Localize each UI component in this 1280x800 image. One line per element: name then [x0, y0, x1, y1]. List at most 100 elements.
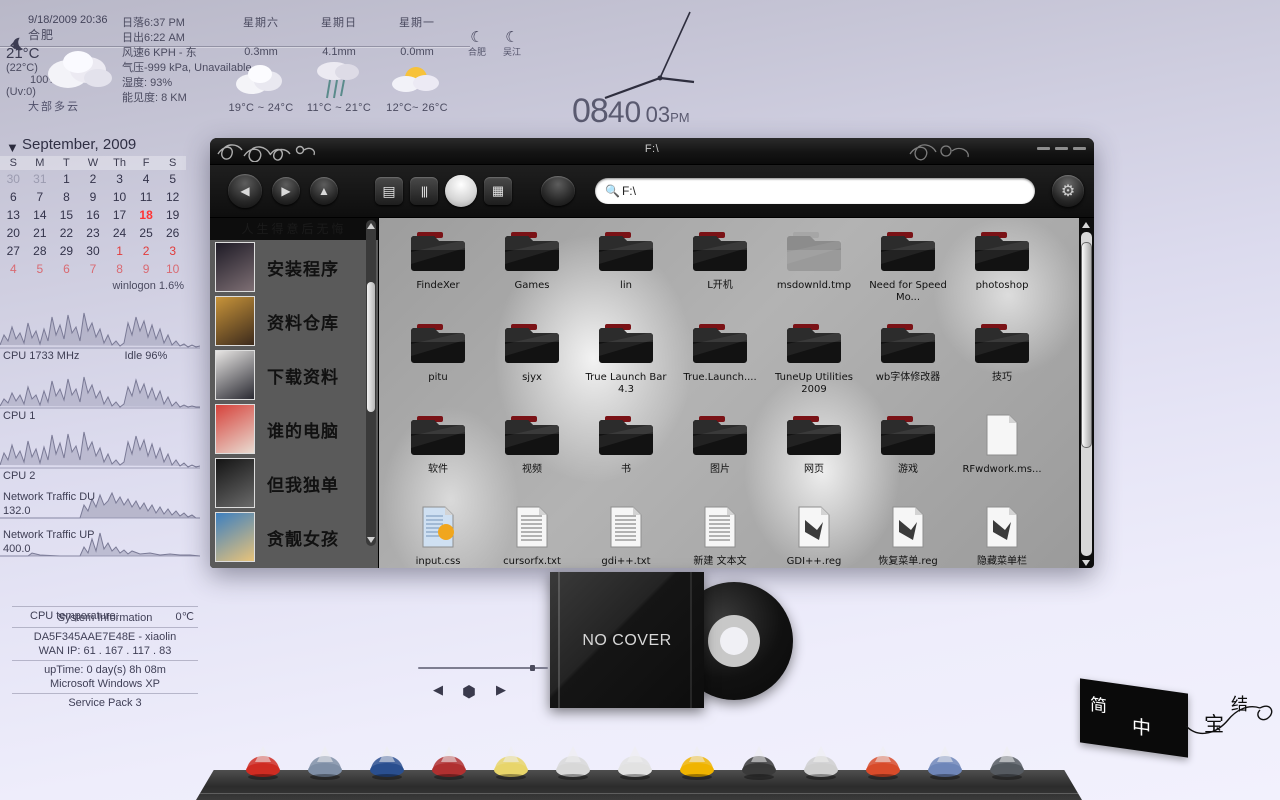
folder-item[interactable]: 游戏 [861, 408, 955, 500]
previous-track-button[interactable]: ◀ [433, 682, 443, 698]
playback-progress-slider[interactable] [418, 665, 548, 671]
dock-icon-sportscar-white[interactable] [550, 738, 596, 780]
file-item[interactable]: gdi++.txt [579, 500, 673, 568]
calendar-day-cell[interactable]: 2 [80, 170, 107, 188]
calendar-day-cell[interactable]: 3 [159, 242, 186, 260]
sidebar-scroll-thumb[interactable] [367, 282, 375, 412]
maximize-button[interactable] [1055, 147, 1068, 150]
scroll-down-arrow-icon[interactable] [367, 537, 375, 543]
list-view-button[interactable]: ▤ [375, 177, 403, 205]
sidebar-scrollbar[interactable] [366, 220, 376, 546]
file-item[interactable]: input.css [391, 500, 485, 568]
dock-icon-motorbike-blue[interactable] [364, 738, 410, 780]
file-item[interactable]: cursorfx.txt [485, 500, 579, 568]
folder-item[interactable]: L开机 [673, 224, 767, 316]
folder-item[interactable]: 书 [579, 408, 673, 500]
calendar-day-cell[interactable]: 31 [27, 170, 54, 188]
search-input[interactable]: 🔍 F:\ [595, 178, 1035, 204]
slider-knob[interactable] [530, 665, 535, 671]
calendar-day-cell[interactable]: 29 [53, 242, 80, 260]
next-track-button[interactable]: ▶ [496, 682, 506, 698]
calendar-day-cell[interactable]: 23 [80, 224, 107, 242]
up-button[interactable]: ▲ [310, 177, 338, 205]
calendar-day-cell[interactable]: 7 [80, 260, 107, 278]
sidebar-item[interactable]: 但我独单 [210, 456, 378, 510]
window-title-bar[interactable]: F:\ [210, 138, 1094, 165]
calendar-day-cell[interactable]: 17 [106, 206, 133, 224]
file-item[interactable]: 新建 文本文 [673, 500, 767, 568]
calendar-day-cell[interactable]: 14 [27, 206, 54, 224]
calendar-day-cell[interactable]: 13 [0, 206, 27, 224]
settings-button[interactable]: ⚙ [1052, 175, 1084, 207]
dock-icon-droid[interactable] [984, 738, 1030, 780]
folder-item[interactable]: Need for Speed Mo... [861, 224, 955, 316]
calendar-day-cell[interactable]: 3 [106, 170, 133, 188]
calendar-day-cell[interactable]: 6 [0, 188, 27, 206]
folder-item[interactable]: 视频 [485, 408, 579, 500]
folder-item[interactable]: 软件 [391, 408, 485, 500]
forward-button[interactable]: ▶ [272, 177, 300, 205]
calendar-day-cell[interactable]: 28 [27, 242, 54, 260]
calendar-day-cell[interactable]: 6 [53, 260, 80, 278]
stop-button[interactable]: ⬢ [462, 682, 476, 702]
calendar-day-cell[interactable]: 10 [106, 188, 133, 206]
file-item[interactable]: RFwdwork.ms... [955, 408, 1049, 500]
folder-item[interactable]: True Launch Bar 4.3 [579, 316, 673, 408]
sidebar[interactable]: 人生得意后无悔 安装程序 资料仓库 下载资料 谁的电脑 但我独单 贪靓女孩 [210, 218, 379, 568]
dock-icon-naboo-fighter[interactable] [860, 738, 906, 780]
folder-item[interactable]: wb字体修改器 [861, 316, 955, 408]
calendar-day-cell[interactable]: 27 [0, 242, 27, 260]
dock-icon-racecar-white[interactable] [798, 738, 844, 780]
calendar-day-cell[interactable]: 1 [53, 170, 80, 188]
application-dock[interactable] [196, 746, 1082, 800]
calendar-day-cell[interactable]: 26 [159, 224, 186, 242]
calendar-day-cell[interactable]: 5 [27, 260, 54, 278]
calendar-day-cell[interactable]: 9 [80, 188, 107, 206]
sidebar-item[interactable]: 谁的电脑 [210, 402, 378, 456]
calendar-day-cell[interactable]: 5 [159, 170, 186, 188]
calendar-day-cell[interactable]: 8 [53, 188, 80, 206]
dock-icon-snowspeeder[interactable] [922, 738, 968, 780]
folder-item[interactable]: pitu [391, 316, 485, 408]
file-explorer-window[interactable]: F:\ ◀ ▶ ▲ ▤ ||| ▦ 🔍 F:\ ⚙ 人生得意后无悔 安装程序 资… [210, 138, 1094, 568]
calendar-day-cell[interactable]: 7 [27, 188, 54, 206]
sidebar-list[interactable]: 安装程序 资料仓库 下载资料 谁的电脑 但我独单 贪靓女孩 [210, 240, 378, 568]
column-view-button[interactable]: ||| [410, 177, 438, 205]
dock-icon-jet[interactable] [302, 738, 348, 780]
folder-item[interactable]: 网页 [767, 408, 861, 500]
scroll-up-arrow-icon[interactable] [367, 223, 375, 229]
dock-icon-tie-fighter[interactable] [736, 738, 782, 780]
calendar-day-cell[interactable]: 30 [0, 170, 27, 188]
media-player-widget[interactable]: NO COVER ◀ ⬢ ▶ [400, 570, 820, 720]
folder-item[interactable]: TuneUp Utilities 2009 [767, 316, 861, 408]
sidebar-item[interactable]: 安装程序 [210, 240, 378, 294]
folder-item[interactable]: msdownld.tmp [767, 224, 861, 316]
folder-item[interactable]: lin [579, 224, 673, 316]
icon-view-button[interactable]: ▦ [484, 177, 512, 205]
back-button[interactable]: ◀ [228, 174, 262, 208]
folder-item[interactable]: 图片 [673, 408, 767, 500]
scroll-thumb[interactable] [1081, 242, 1092, 448]
file-item[interactable]: 隐藏菜单栏 [955, 500, 1049, 568]
dock-icon-motorbike-yellow[interactable] [674, 738, 720, 780]
calendar-day-cell[interactable]: 12 [159, 188, 186, 206]
slider-track[interactable] [418, 667, 548, 669]
calendar-day-cell[interactable]: 15 [53, 206, 80, 224]
minimize-button[interactable] [1037, 147, 1050, 150]
coverflow-view-button[interactable] [445, 175, 477, 207]
sidebar-item[interactable]: 贪靓女孩 [210, 510, 378, 564]
calendar-day-cell[interactable]: 30 [80, 242, 107, 260]
calendar-day-cell[interactable]: 20 [0, 224, 27, 242]
calendar-day-cell[interactable]: 4 [0, 260, 27, 278]
toolbar[interactable]: ◀ ▶ ▲ ▤ ||| ▦ 🔍 F:\ ⚙ [210, 165, 1094, 218]
sidebar-item[interactable]: 资料仓库 [210, 294, 378, 348]
calendar-day-cell[interactable]: 21 [27, 224, 54, 242]
dock-icon-starship-yellow[interactable] [488, 738, 534, 780]
scroll-up-arrow-icon[interactable] [1082, 222, 1090, 228]
calendar-day-cell[interactable]: 10 [159, 260, 186, 278]
calendar-day-cell[interactable]: 9 [133, 260, 160, 278]
dock-icon-falcon[interactable] [612, 738, 658, 780]
file-pane-scrollbar[interactable] [1079, 218, 1094, 568]
dock-icon-cars[interactable] [240, 738, 286, 780]
file-grid[interactable]: FindeXer Games lin L开机 msdownld.tmp Need for … [379, 218, 1094, 568]
